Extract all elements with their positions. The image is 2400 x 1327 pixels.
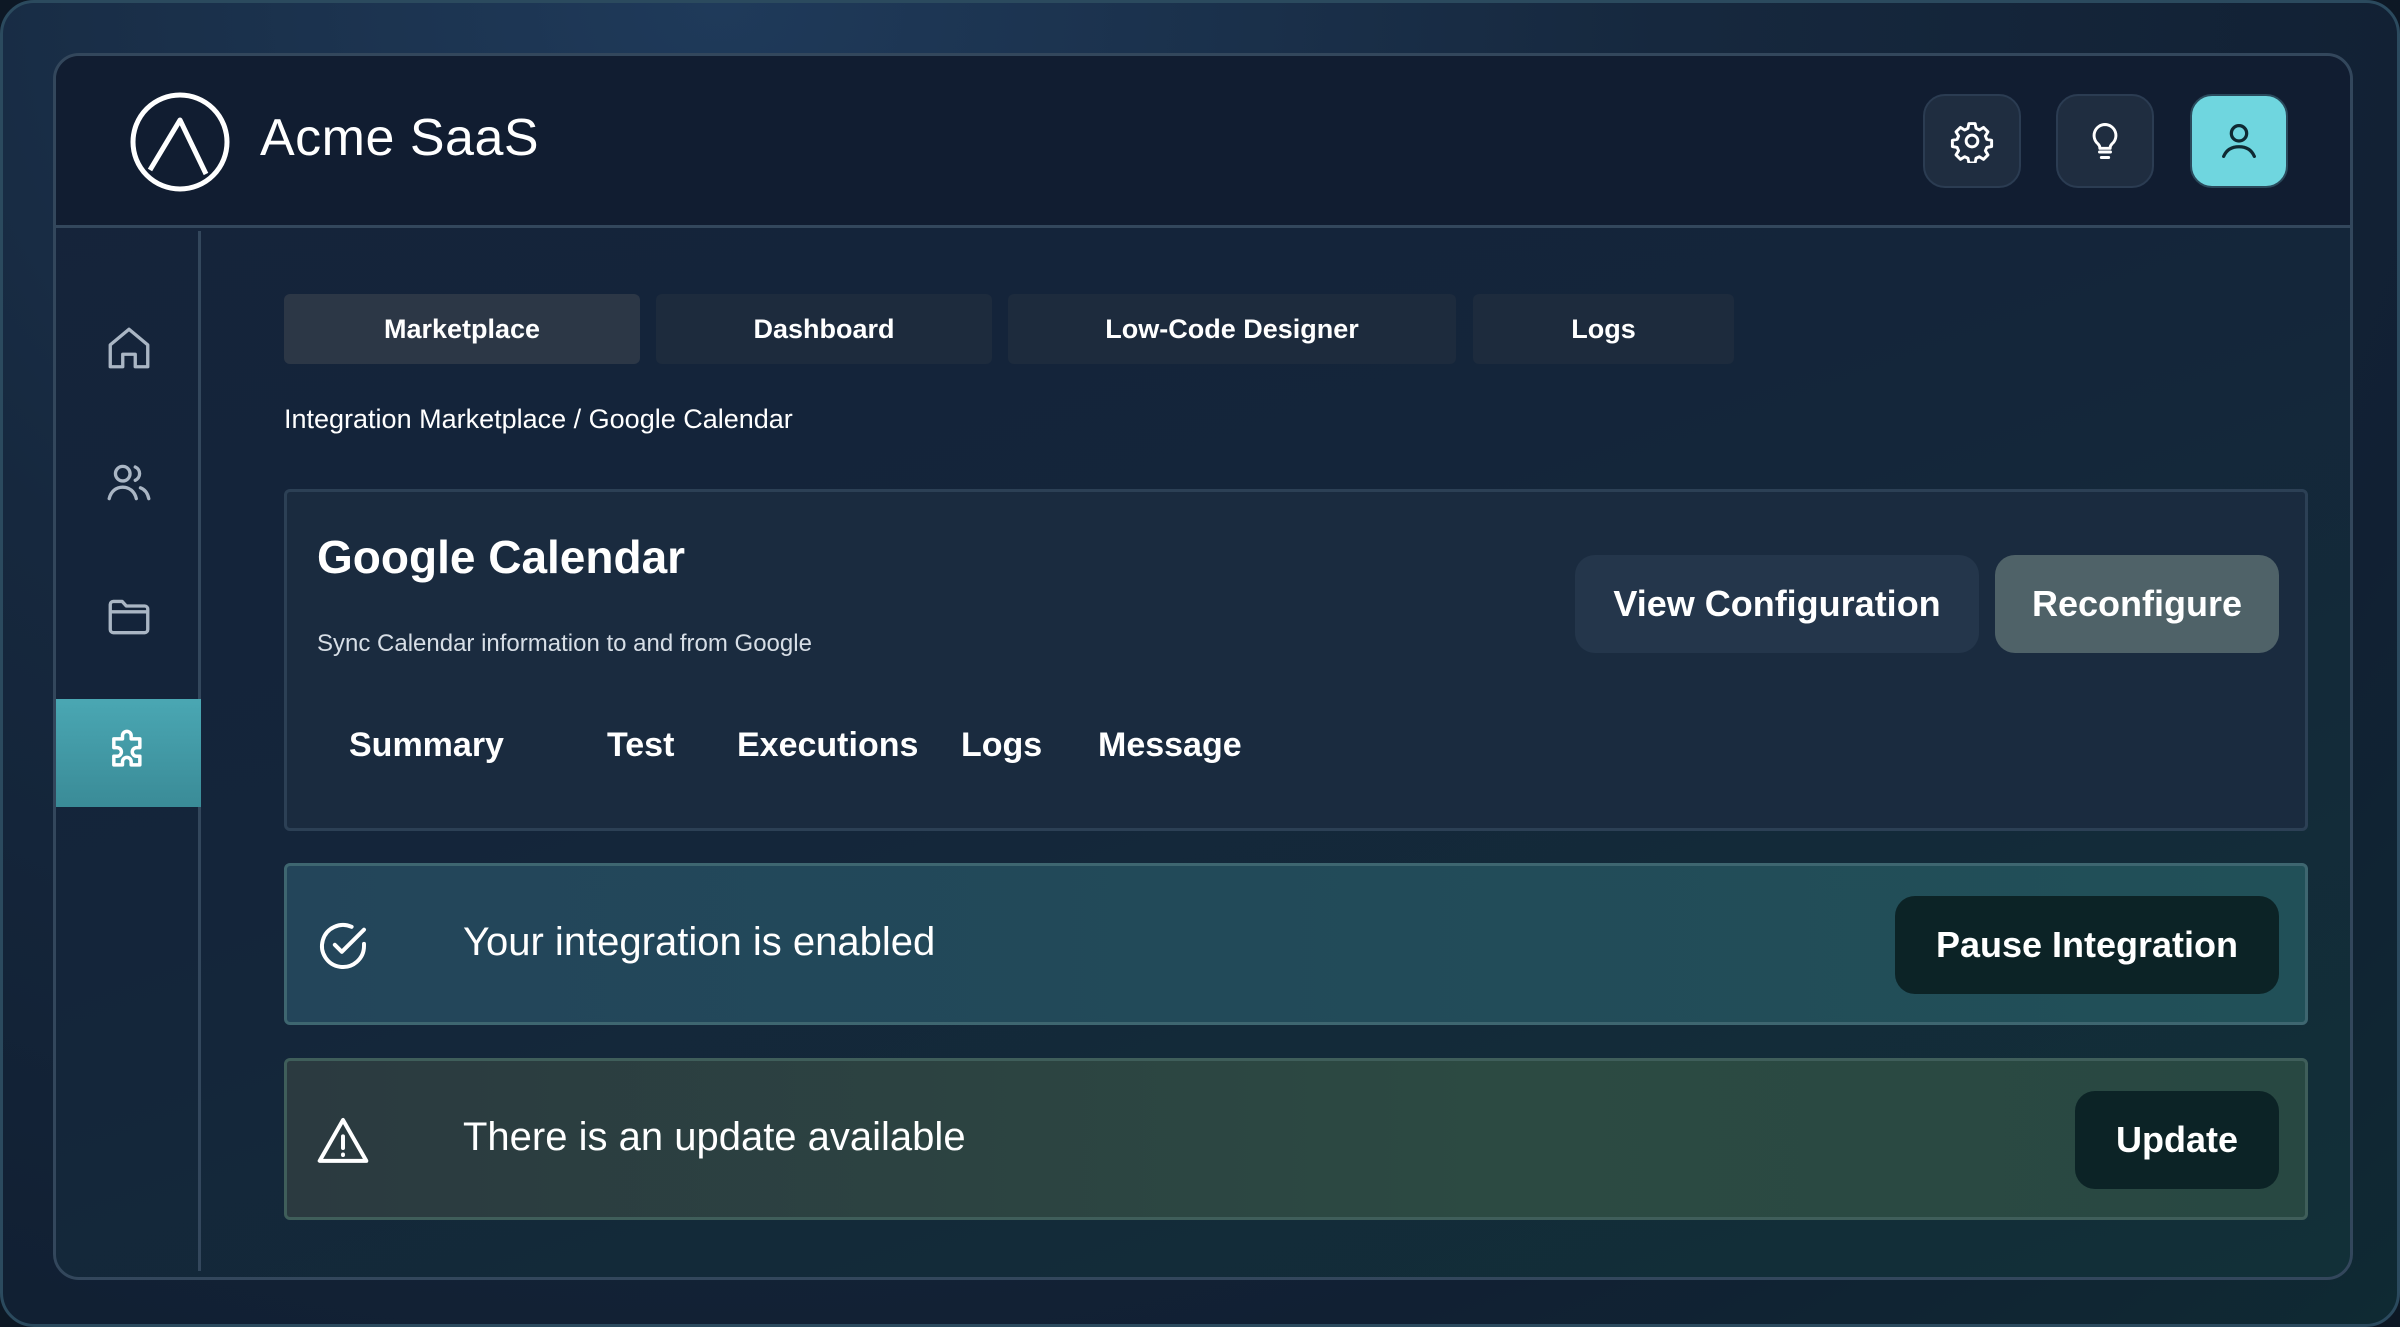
profile-button[interactable] — [2190, 94, 2288, 188]
update-button[interactable]: Update — [2075, 1091, 2279, 1189]
user-icon — [2222, 124, 2256, 158]
update-available-alert: There is an update available Update — [284, 1058, 2308, 1220]
app-title: Acme SaaS — [260, 109, 540, 167]
users-icon — [107, 464, 150, 501]
app-window: Acme SaaS Marketplace Dashboard Low-Code… — [0, 0, 2400, 1327]
sidebar — [56, 231, 201, 1271]
tips-button[interactable] — [2056, 94, 2154, 188]
gear-icon — [1950, 122, 1994, 163]
lightbulb-icon — [2092, 123, 2118, 159]
subtab-logs[interactable]: Logs — [961, 726, 1042, 765]
pause-integration-button[interactable]: Pause Integration — [1895, 896, 2279, 994]
sidebar-item-users[interactable] — [56, 428, 201, 536]
breadcrumb: Integration Marketplace / Google Calenda… — [284, 404, 793, 434]
integration-enabled-alert: Your integration is enabled Pause Integr… — [284, 863, 2308, 1025]
reconfigure-button[interactable]: Reconfigure — [1995, 555, 2279, 653]
view-configuration-button[interactable]: View Configuration — [1575, 555, 1979, 653]
sidebar-item-home[interactable] — [56, 294, 201, 402]
subtab-summary[interactable]: Summary — [349, 726, 504, 765]
folder-icon — [108, 599, 149, 635]
tab-dashboard[interactable]: Dashboard — [656, 294, 992, 364]
update-alert-text: There is an update available — [463, 1115, 966, 1159]
enabled-alert-text: Your integration is enabled — [463, 920, 936, 964]
check-circle-icon — [320, 923, 366, 969]
tab-logs[interactable]: Logs — [1473, 294, 1734, 364]
sidebar-item-files[interactable] — [56, 562, 201, 670]
integration-subtitle: Sync Calendar information to and from Go… — [317, 630, 812, 657]
acme-logo-icon — [130, 92, 230, 192]
header: Acme SaaS — [56, 56, 2350, 228]
integration-card: Google Calendar Sync Calendar informatio… — [284, 489, 2308, 831]
warning-icon — [317, 1118, 369, 1163]
sidebar-item-integrations[interactable] — [56, 699, 201, 807]
subtab-message[interactable]: Message — [1098, 726, 1242, 765]
app-frame: Acme SaaS Marketplace Dashboard Low-Code… — [53, 53, 2353, 1280]
tab-low-code-designer[interactable]: Low-Code Designer — [1008, 294, 1456, 364]
home-icon — [108, 327, 149, 369]
integration-title: Google Calendar — [317, 531, 686, 583]
subtab-executions[interactable]: Executions — [737, 726, 918, 765]
puzzle-icon — [111, 729, 142, 767]
settings-button[interactable] — [1923, 94, 2021, 188]
subtab-test[interactable]: Test — [607, 726, 674, 765]
tab-marketplace[interactable]: Marketplace — [284, 294, 640, 364]
